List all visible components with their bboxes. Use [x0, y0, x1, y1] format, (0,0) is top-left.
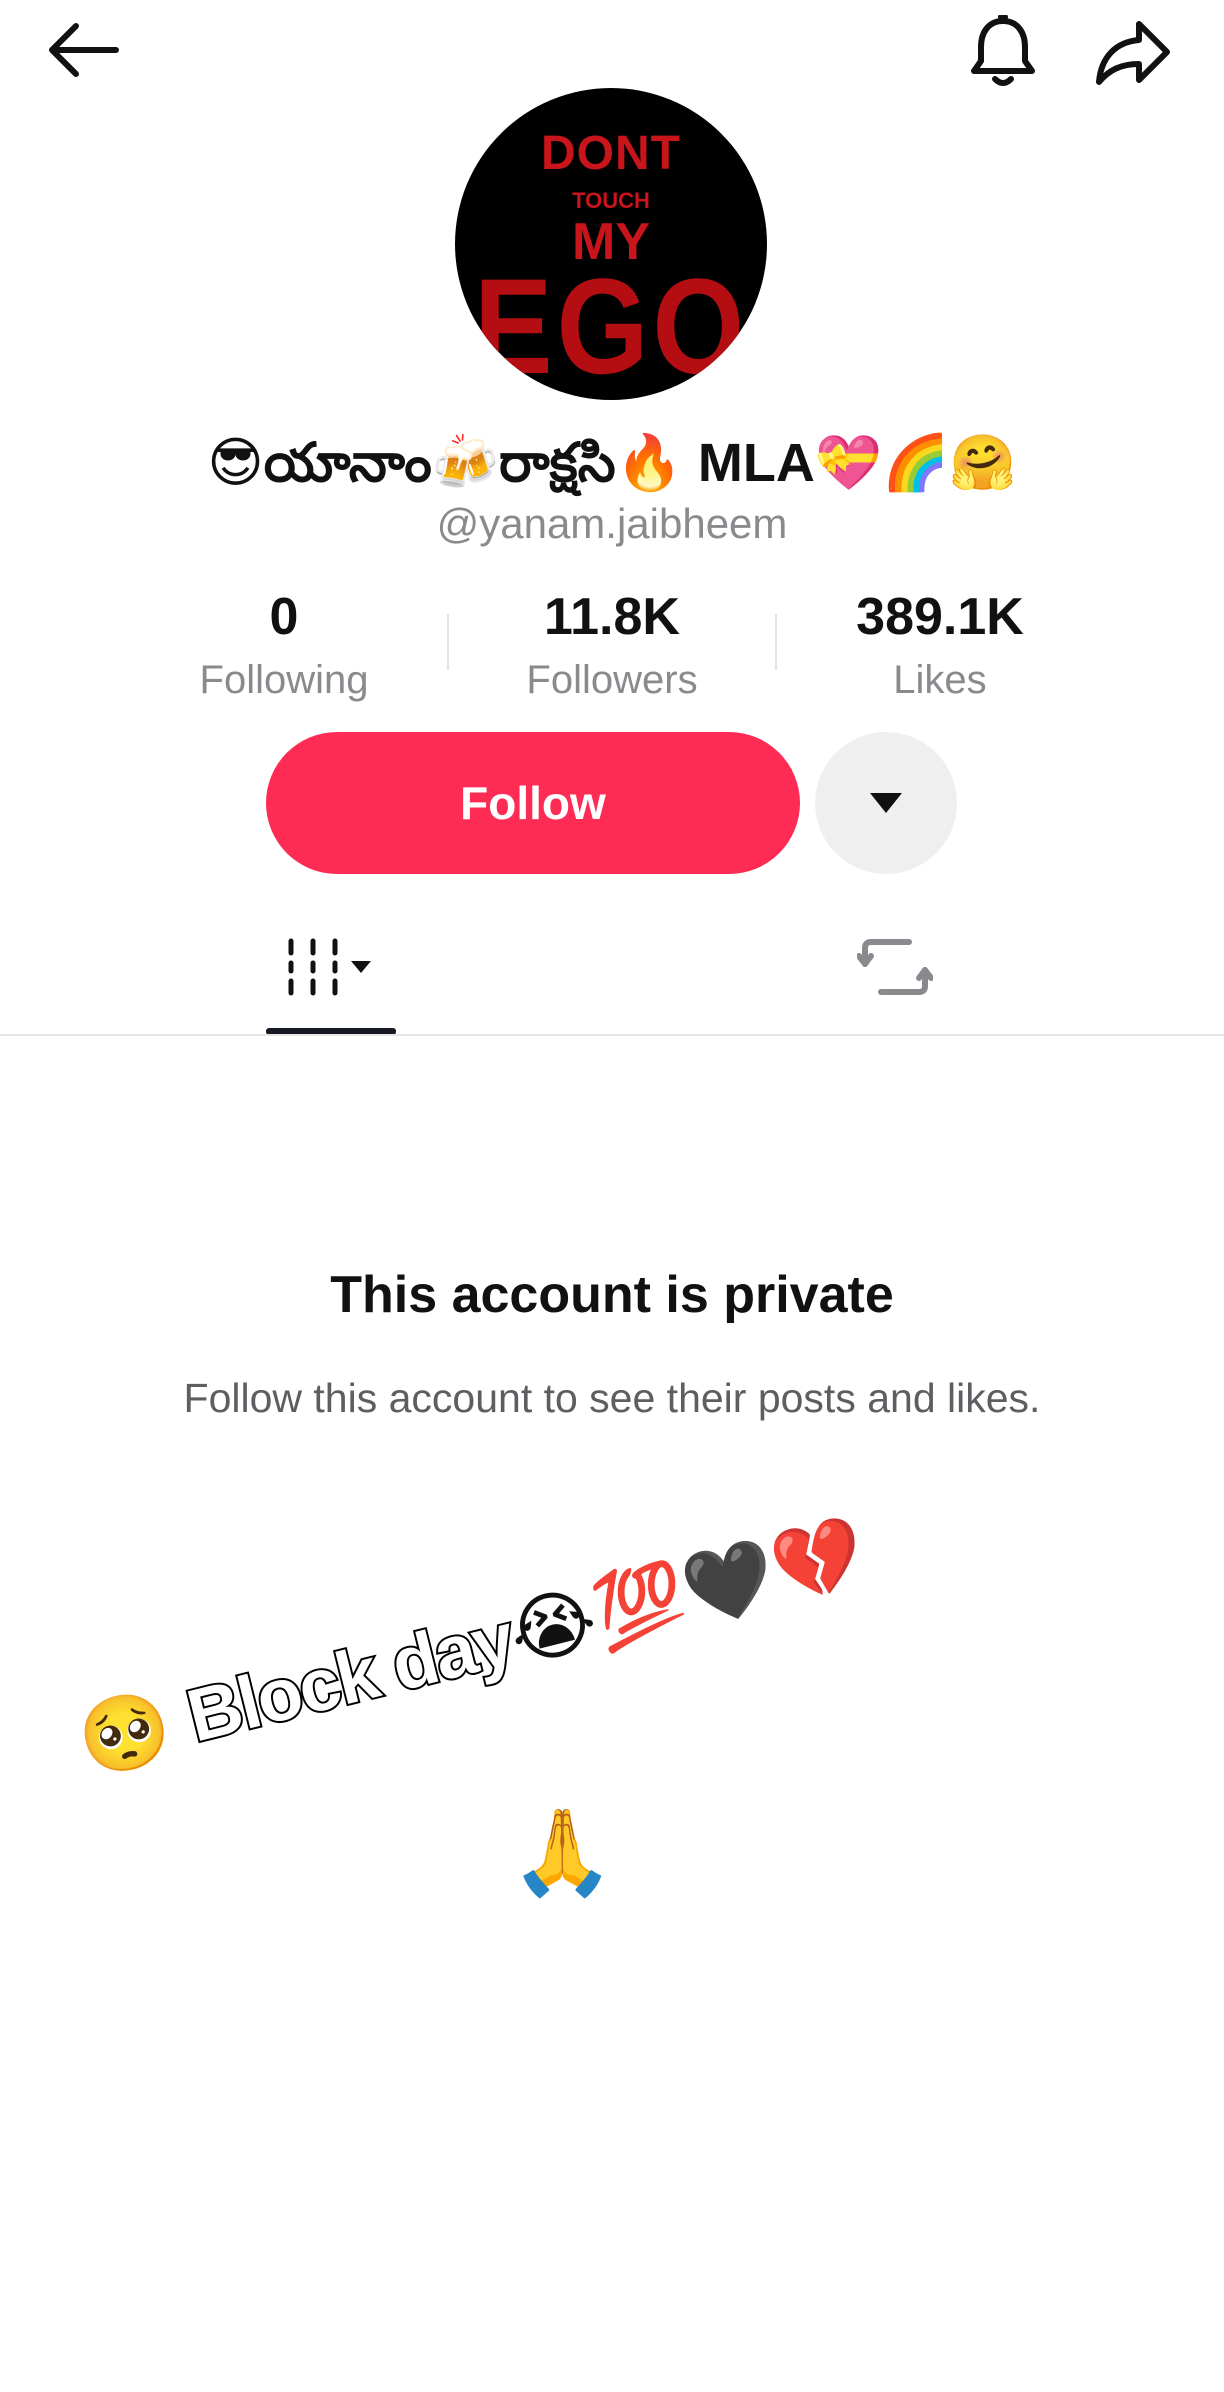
stat-divider — [447, 614, 449, 670]
overlay-sticker-text: 🥺 Block day😭💯🖤💔 🙏 — [70, 1509, 1040, 1910]
suggested-accounts-button[interactable] — [815, 732, 957, 874]
following-count: 0 — [269, 588, 299, 646]
caret-down-icon — [870, 793, 902, 813]
notification-bell-button[interactable] — [958, 8, 1048, 98]
avatar[interactable]: DONT TOUCH MY EGO — [455, 88, 767, 400]
overlay-emoji-right: 😭💯🖤💔 — [500, 1508, 874, 1678]
likes-label: Likes — [893, 658, 987, 702]
tab-reposts[interactable] — [830, 900, 960, 1034]
display-name: 😎యానాం🍻రాక్షసి🔥 MLA💝🌈🤗 — [207, 433, 1017, 493]
tab-videos[interactable] — [266, 900, 396, 1034]
bell-icon — [971, 15, 1035, 86]
follow-button[interactable]: Follow — [266, 732, 800, 874]
share-arrow-icon — [1096, 21, 1170, 85]
stat-divider — [775, 614, 777, 670]
followers-count: 11.8K — [544, 588, 680, 646]
overlay-line-1: 🥺 Block day😭💯🖤💔 — [69, 1506, 874, 1789]
stat-likes[interactable]: 389.1K Likes — [790, 582, 1090, 708]
avatar-text-ego: EGO — [473, 251, 749, 400]
private-account-subtitle: Follow this account to see their posts a… — [183, 1375, 1041, 1421]
share-button[interactable] — [1088, 8, 1178, 98]
grid-videos-icon — [288, 938, 371, 996]
tabs-divider — [0, 1034, 1224, 1036]
back-button[interactable] — [38, 12, 128, 88]
stat-following[interactable]: 0 Following — [134, 582, 434, 708]
avatar-text-dont: DONT — [541, 127, 681, 180]
username-handle: @yanam.jaibheem — [436, 500, 788, 547]
arrow-left-icon — [49, 23, 119, 77]
stat-followers[interactable]: 11.8K Followers — [462, 582, 762, 708]
overlay-caption: Block day — [177, 1595, 523, 1760]
repost-icon — [857, 939, 933, 995]
overlay-line-2: 🙏 — [510, 1805, 615, 1899]
private-account-title: This account is private — [330, 1266, 894, 1324]
profile-tabs — [0, 900, 1224, 1036]
following-label: Following — [199, 658, 369, 702]
likes-count: 389.1K — [856, 588, 1024, 646]
overlay-emoji-left: 🥺 — [69, 1681, 180, 1785]
profile-stats: 0 Following 11.8K Followers 389.1K Likes — [0, 582, 1224, 712]
avatar-text-touch: TOUCH — [572, 188, 650, 213]
followers-label: Followers — [526, 658, 698, 702]
